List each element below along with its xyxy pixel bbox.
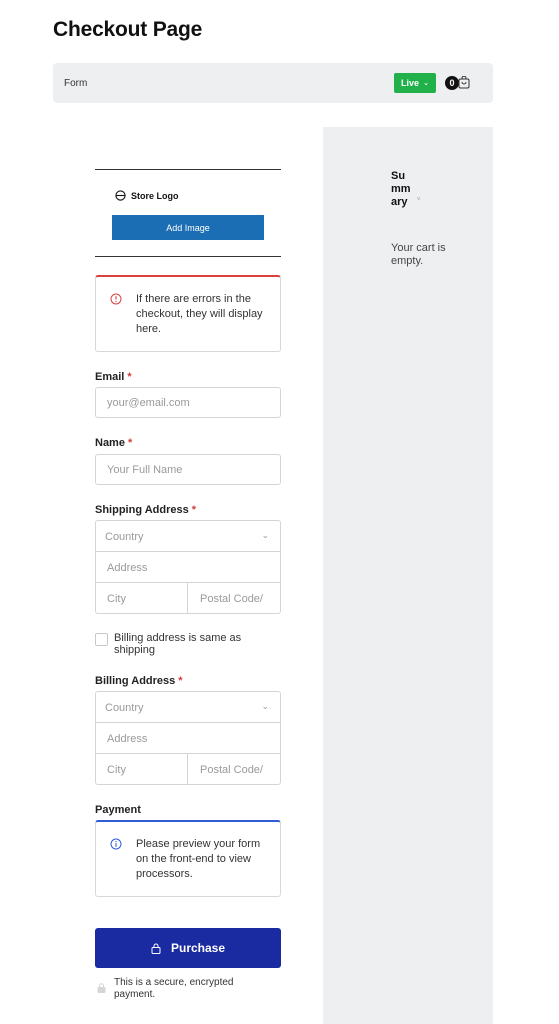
shipping-country-select[interactable]: Country ⌄: [96, 521, 280, 552]
summary-title: Summary: [391, 170, 411, 208]
billing-city-postal-row: City Postal Code/: [96, 754, 280, 785]
required-asterisk: *: [191, 504, 196, 516]
chevron-down-icon: ⌄: [261, 530, 269, 540]
live-mode-button[interactable]: Live ⌄: [394, 73, 436, 93]
shipping-address-group: Country ⌄ Address City Postal Code/: [95, 520, 281, 614]
chevron-down-icon: ⌄: [423, 80, 429, 87]
form-label: Form: [64, 78, 88, 89]
email-input[interactable]: [95, 387, 281, 418]
billing-postal-placeholder: Postal Code/: [200, 764, 263, 776]
billing-address-group: Country ⌄ Address City Postal Code/: [95, 691, 281, 785]
billing-address-input[interactable]: Address: [96, 723, 280, 754]
shipping-city-input[interactable]: City: [96, 583, 188, 614]
store-logo-block: Store Logo Add Image: [95, 169, 281, 257]
payment-info-text: Please preview your form on the front-en…: [136, 838, 261, 880]
billing-city-placeholder: City: [107, 764, 126, 776]
shipping-city-placeholder: City: [107, 593, 126, 605]
error-circle-icon: [110, 293, 122, 305]
shipping-address-label: Shipping Address *: [95, 504, 196, 516]
shipping-address-placeholder: Address: [107, 562, 148, 574]
store-logo: Store Logo: [115, 190, 179, 201]
shipping-postal-placeholder: Postal Code/: [200, 593, 263, 605]
billing-address-label: Billing Address *: [95, 675, 183, 687]
live-mode-label: Live: [401, 78, 420, 88]
order-summary-panel: Summary ˅ Your cart is empty.: [323, 127, 493, 1024]
shipping-country-placeholder: Country: [105, 531, 144, 543]
summary-chevron-icon: ˅: [417, 197, 421, 203]
email-label-text: Email: [95, 371, 125, 383]
cart-icon[interactable]: [458, 76, 470, 89]
cart-count-badge: 0: [445, 76, 459, 90]
purchase-label: Purchase: [170, 941, 226, 955]
payment-label: Payment: [95, 804, 141, 816]
name-label: Name *: [95, 437, 132, 449]
name-label-text: Name: [95, 437, 125, 449]
billing-city-input[interactable]: City: [96, 754, 188, 785]
billing-same-checkbox[interactable]: [95, 633, 108, 646]
shipping-address-label-text: Shipping Address: [95, 504, 189, 516]
shipping-postal-code-input[interactable]: Postal Code/: [188, 583, 280, 614]
purchase-button[interactable]: Purchase: [95, 928, 281, 968]
add-image-button[interactable]: Add Image: [112, 215, 264, 240]
billing-country-select[interactable]: Country ⌄: [96, 692, 280, 723]
info-circle-icon: [110, 838, 122, 850]
page-title: Checkout Page: [53, 18, 203, 41]
error-alert-text: If there are errors in the checkout, the…: [136, 293, 263, 335]
email-label: Email *: [95, 371, 132, 383]
store-logo-text: Store Logo: [131, 190, 179, 201]
shipping-city-postal-row: City Postal Code/: [96, 583, 280, 614]
lock-icon: [97, 983, 106, 993]
billing-country-placeholder: Country: [105, 702, 144, 714]
billing-address-label-text: Billing Address: [95, 675, 176, 687]
lock-icon: [151, 943, 161, 954]
payment-info-alert: Please preview your form on the front-en…: [95, 820, 281, 897]
form-toolbar: Form Live ⌄ 0: [53, 63, 493, 103]
billing-postal-code-input[interactable]: Postal Code/: [188, 754, 280, 785]
name-input[interactable]: [95, 454, 281, 485]
required-asterisk: *: [127, 371, 132, 383]
shipping-address-input[interactable]: Address: [96, 552, 280, 583]
store-logo-icon: [115, 190, 126, 201]
required-asterisk: *: [127, 437, 133, 449]
billing-same-label: Billing address is same as shipping: [114, 632, 242, 656]
chevron-down-icon: ⌄: [261, 701, 269, 711]
error-alert: If there are errors in the checkout, the…: [95, 275, 281, 352]
billing-address-placeholder: Address: [107, 733, 148, 745]
secure-payment-text: This is a secure, encrypted payment.: [114, 977, 234, 1000]
required-asterisk: *: [178, 675, 183, 687]
summary-empty-text: Your cart is empty.: [391, 242, 446, 267]
